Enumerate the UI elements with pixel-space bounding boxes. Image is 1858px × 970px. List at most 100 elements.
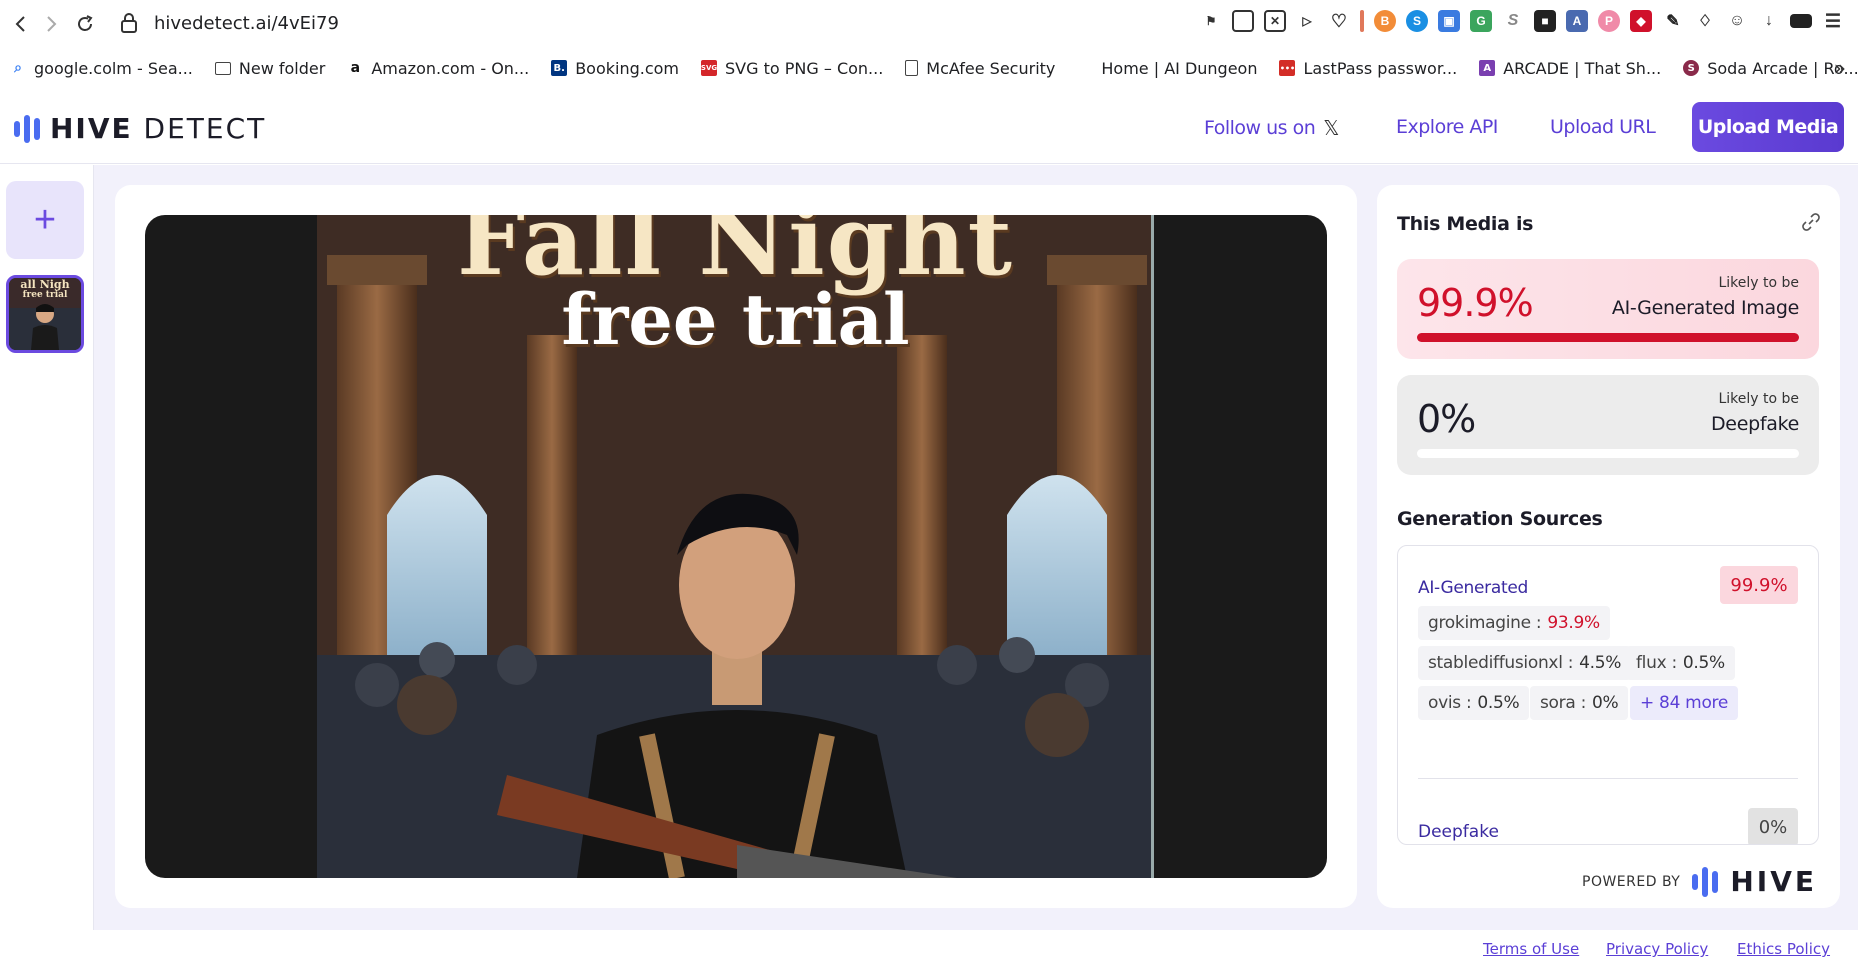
ethics-policy-link[interactable]: Ethics Policy (1737, 940, 1830, 958)
arcade-icon: A (1479, 60, 1496, 76)
results-title: This Media is (1397, 213, 1534, 235)
source-name: stablediffusionxl : (1428, 653, 1574, 673)
ai-generated-label: AI-Generated (1418, 578, 1528, 598)
block-icon[interactable]: ✕ (1264, 10, 1286, 32)
upload-media-button[interactable]: Upload Media (1692, 102, 1844, 152)
amazon-icon: a (350, 60, 361, 76)
results-panel: This Media is 99.9% Likely to be AI-Gene… (1377, 185, 1840, 908)
reload-icon[interactable] (70, 9, 100, 39)
shield-icon[interactable]: ◆ (1630, 10, 1652, 32)
bitcoin-icon[interactable]: B (1374, 10, 1396, 32)
powered-by-label: POWERED BY (1582, 873, 1681, 890)
hive-logo-icon (14, 114, 40, 143)
svgpng-icon: SVG (701, 60, 717, 76)
booking-icon: B. (551, 60, 568, 76)
screenshot-icon[interactable] (1232, 10, 1254, 32)
source-value: 0% (1592, 693, 1619, 713)
powered-by-hive[interactable]: POWERED BY HIVE (1582, 865, 1817, 898)
bookmark-label: Booking.com (575, 58, 680, 78)
source-value: 0.5% (1477, 693, 1520, 713)
bookmark-label: ARCADE | That Sh... (1503, 58, 1662, 78)
logo-text: HIVE DETECT (50, 112, 267, 145)
source-chip-flux: flux : 0.5% (1626, 646, 1735, 680)
terms-of-use-link[interactable]: Terms of Use (1483, 940, 1579, 958)
bookmark-booking[interactable]: B. Booking.com (551, 59, 679, 78)
follow-us-link[interactable]: Follow us on 𝕏 (1204, 116, 1339, 140)
profile-icon[interactable]: ☺ (1726, 10, 1748, 32)
hive-detect-logo[interactable]: HIVE DETECT (14, 112, 266, 145)
upload-url-link[interactable]: Upload URL (1550, 116, 1656, 138)
bookmark-label: Amazon.com - On... (371, 58, 530, 78)
document-icon (905, 60, 919, 76)
deepfake-likely-value: Deepfake (1710, 413, 1799, 435)
bookmark-soda-arcade[interactable]: S Soda Arcade | Ro... (1683, 59, 1858, 78)
s-letter-icon[interactable]: S (1502, 10, 1524, 32)
ai-likely-label: Likely to be (1718, 275, 1799, 291)
follow-label: Follow us on (1204, 117, 1316, 139)
download-icon[interactable]: ↓ (1758, 10, 1780, 32)
share-link-icon[interactable] (1802, 213, 1820, 236)
bookmark-label: New folder (238, 58, 326, 78)
bookmark-svg-to-png[interactable]: SVG SVG to PNG – Con... (701, 59, 883, 78)
deepfake-source-badge: 0% (1748, 808, 1798, 844)
bookmark-ai-dungeon[interactable]: Home | AI Dungeon (1077, 59, 1257, 78)
source-chip-stablediffusionxl: stablediffusionxl : 4.5% (1418, 646, 1632, 680)
generation-sources-box: AI-Generated 99.9% grokimagine : 93.9% s… (1397, 545, 1819, 845)
forward-arrow-icon[interactable] (36, 9, 66, 39)
sync-icon[interactable]: S (1406, 10, 1428, 32)
anime-icon[interactable]: A (1566, 10, 1588, 32)
bookmark-label: Home | AI Dungeon (1101, 58, 1258, 78)
play-icon[interactable]: ▷ (1296, 10, 1318, 32)
sources-divider (1418, 778, 1798, 779)
source-chip-sora: sora : 0% (1530, 686, 1629, 720)
more-sources-button[interactable]: + 84 more (1630, 686, 1739, 720)
deepfake-result: 0% Likely to be Deepfake (1397, 375, 1819, 475)
app-header: HIVE DETECT Follow us on 𝕏 Explore API U… (0, 88, 1858, 164)
bookmarks-overflow-icon[interactable]: » (1834, 56, 1846, 80)
source-value: 4.5% (1579, 653, 1622, 673)
ai-generated-result: 99.9% Likely to be AI-Generated Image (1397, 259, 1819, 359)
bookmark-lastpass[interactable]: ••• LastPass passwor... (1279, 59, 1457, 78)
ai-progress-fill (1417, 333, 1799, 342)
pen-icon[interactable]: ✎ (1662, 10, 1684, 32)
bookmark-mcafee[interactable]: McAfee Security (905, 59, 1055, 78)
ai-generated-badge: 99.9% (1720, 566, 1798, 604)
privacy-policy-link[interactable]: Privacy Policy (1606, 940, 1708, 958)
puzzle-icon[interactable]: ♢ (1694, 10, 1716, 32)
bookmark-amazon[interactable]: a Amazon.com - On... (347, 58, 530, 78)
add-media-button[interactable]: + (6, 181, 84, 259)
poster-edge-line (1151, 215, 1154, 878)
bookmark-google[interactable]: ⌕ google.colm - Sea... (10, 59, 193, 78)
x-logo-icon: 𝕏 (1323, 116, 1339, 140)
game-icon[interactable]: G (1470, 10, 1492, 32)
heart-icon[interactable]: ♡ (1328, 10, 1350, 32)
battery-icon[interactable] (1790, 14, 1812, 28)
bookmark-arcade[interactable]: A ARCADE | That Sh... (1479, 59, 1661, 78)
footer: Terms of Use Privacy Policy Ethics Polic… (0, 930, 1858, 970)
deepfake-source-label: Deepfake (1418, 822, 1499, 842)
lock-icon[interactable] (120, 12, 138, 39)
divider-icon (1360, 10, 1364, 32)
browser-toolbar: hivedetect.ai/4vEi79 ⚑ ✕ ▷ ♡ B S ▣ G S ■… (0, 0, 1858, 48)
search-icon: ⌕ (14, 60, 22, 76)
poster-title: Fall Night free trial (457, 215, 1014, 361)
address-bar[interactable]: hivedetect.ai/4vEi79 (154, 13, 339, 34)
deepfake-progress-bar (1417, 449, 1799, 458)
media-thumbnail[interactable]: all Nigh free trial (6, 275, 84, 353)
back-arrow-icon[interactable] (6, 9, 36, 39)
soda-icon: S (1683, 60, 1700, 76)
source-chip-grokimagine: grokimagine : 93.9% (1418, 606, 1610, 640)
source-name: sora : (1540, 693, 1586, 713)
pig-icon[interactable]: P (1598, 10, 1620, 32)
pin-icon[interactable]: ⚑ (1200, 10, 1222, 32)
menu-icon[interactable]: ☰ (1822, 10, 1844, 32)
qr-icon[interactable]: ■ (1534, 10, 1556, 32)
hive-logo-icon (1692, 866, 1719, 897)
folder-icon (214, 61, 231, 75)
ai-progress-bar (1417, 333, 1799, 342)
screen-icon[interactable]: ▣ (1438, 10, 1460, 32)
source-name: grokimagine : (1428, 613, 1542, 633)
explore-api-link[interactable]: Explore API (1396, 116, 1498, 138)
media-sidebar: + all Nigh free trial (0, 165, 94, 930)
bookmark-new-folder[interactable]: New folder (214, 58, 326, 78)
